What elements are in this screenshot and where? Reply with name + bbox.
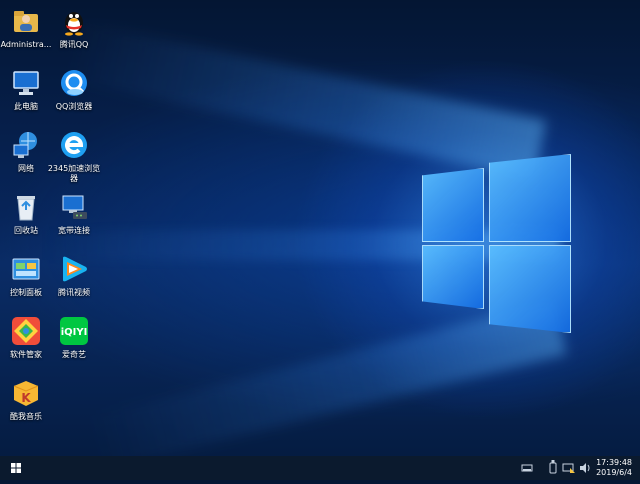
- desktop-icon-label: 2345加速浏览器: [47, 164, 101, 183]
- start-button[interactable]: [0, 456, 32, 480]
- qq-browser-icon: [59, 68, 89, 98]
- desktop-icon-qq-browser[interactable]: QQ浏览器: [46, 68, 102, 112]
- clock-date: 2019/6/4: [596, 468, 632, 477]
- desktop-icon-label: 腾讯QQ: [59, 40, 89, 49]
- software-manager-icon: [11, 316, 41, 346]
- svg-text:iQIYI: iQIYI: [61, 327, 88, 338]
- windows-logo-pane: [422, 245, 484, 309]
- desktop-icon-label: 酷我音乐: [10, 412, 42, 421]
- qq-penguin-icon: [59, 6, 89, 36]
- windows-logo-pane: [489, 154, 571, 242]
- wallpaper-beam: [87, 300, 567, 471]
- broadband-icon: [59, 192, 89, 222]
- desktop-icon-tencent-qq[interactable]: 腾讯QQ: [46, 6, 102, 50]
- usb-icon[interactable]: [547, 456, 559, 480]
- taskbar-clock[interactable]: 17:39:48 2019/6/4: [596, 458, 632, 478]
- desktop-icon-tencent-video[interactable]: 腾讯视频: [46, 254, 102, 298]
- wallpaper-beam: [64, 20, 547, 180]
- desktop-icon-iqiyi[interactable]: iQIYI 爱奇艺: [46, 316, 102, 360]
- desktop-icon-kuwo-music[interactable]: K 酷我音乐: [0, 378, 54, 422]
- svg-text:K: K: [21, 391, 31, 405]
- windows-start-icon: [11, 463, 21, 473]
- kuwo-music-icon: K: [11, 378, 41, 408]
- user-folder-icon: [11, 6, 41, 36]
- ie-browser-icon: [59, 130, 89, 160]
- desktop-icon-label: 爱奇艺: [62, 350, 86, 359]
- windows-logo-pane: [422, 168, 484, 242]
- network-tray-icon[interactable]: [562, 456, 576, 480]
- clock-time: 17:39:48: [596, 458, 632, 467]
- control-panel-icon: [11, 254, 41, 284]
- tencent-video-icon: [59, 254, 89, 284]
- windows-logo-pane: [489, 245, 571, 333]
- recycle-bin-icon: [11, 192, 41, 222]
- iqiyi-icon: iQIYI: [59, 316, 89, 346]
- action-center-icon[interactable]: [520, 456, 534, 480]
- desktop-icon-label: 腾讯视频: [58, 288, 90, 297]
- volume-icon[interactable]: [578, 456, 592, 480]
- desktop-icon-2345-browser[interactable]: 2345加速浏览器: [46, 130, 102, 184]
- network-icon: [11, 130, 41, 160]
- taskbar: 17:39:48 2019/6/4: [0, 456, 640, 480]
- desktop-icon-broadband[interactable]: 宽带连接: [46, 192, 102, 236]
- desktop-icon-label: QQ浏览器: [55, 102, 93, 111]
- computer-icon: [11, 68, 41, 98]
- desktop-icon-label: 宽带连接: [58, 226, 90, 235]
